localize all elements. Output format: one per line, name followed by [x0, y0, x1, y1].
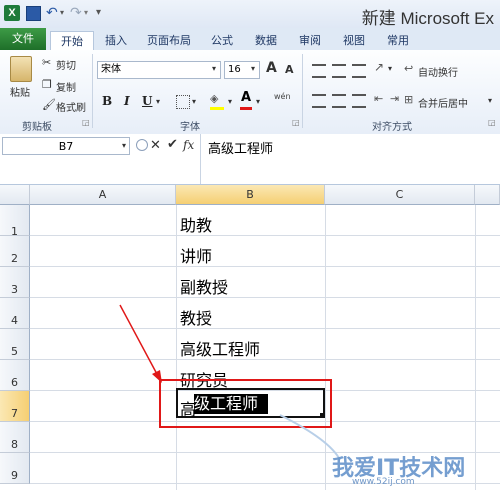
watermark-url: www.52ij.com	[352, 477, 415, 487]
annotation-arrow-icon	[119, 304, 341, 461]
